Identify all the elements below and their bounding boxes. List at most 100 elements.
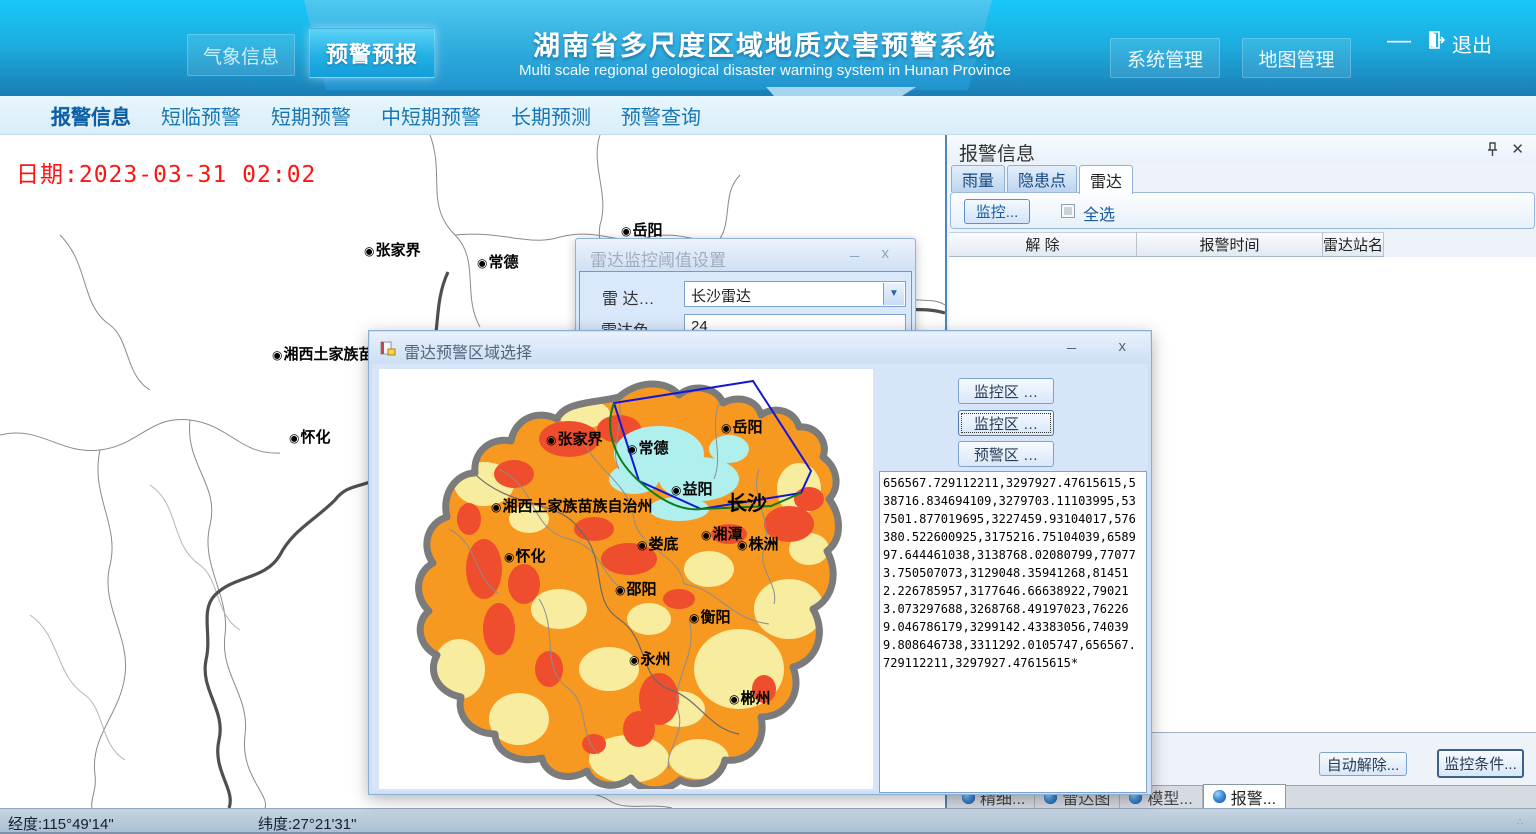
city-marker-icon: ◉: [737, 538, 747, 552]
city-marker-icon: ◉: [689, 611, 699, 625]
monitor-region-button-1[interactable]: 监控区 …: [958, 378, 1054, 404]
select-all-checkbox[interactable]: [1061, 204, 1075, 218]
alarm-toolbar: 监控... 全选: [950, 192, 1535, 229]
city-marker-icon: ◉: [477, 256, 487, 270]
dialog-close-icon[interactable]: x: [1119, 338, 1127, 355]
auto-release-button[interactable]: 自动解除...: [1319, 752, 1407, 776]
city-marker-icon: ◉: [729, 692, 739, 706]
header-accent-strip: [766, 87, 916, 96]
dialog-title: 雷达监控阈值设置: [590, 246, 726, 271]
city-marker-icon: ◉: [671, 483, 681, 497]
dialog-title: 雷达预警区域选择: [404, 339, 532, 363]
panel-title-row: 报警信息 ✕: [947, 135, 1536, 164]
exit-label: 退出: [1452, 29, 1492, 58]
pin-icon[interactable]: [1486, 142, 1500, 158]
exit-door-icon: [1427, 30, 1447, 56]
form-icon: [380, 340, 396, 356]
resize-grip[interactable]: ∴: [1517, 817, 1531, 829]
dialog-titlebar[interactable]: 雷达监控阈值设置 _ x: [576, 239, 915, 271]
dialog-titlebar[interactable]: 雷达预警区域选择 _ x: [370, 332, 1150, 364]
monitor-region-button-2[interactable]: 监控区 …: [958, 410, 1054, 436]
forecast-warning-button[interactable]: 预警预报: [309, 28, 435, 78]
city-label: ◉岳阳: [621, 219, 663, 240]
alarm-table-column[interactable]: 雷达站名: [1323, 232, 1384, 257]
city-label: ◉郴州: [729, 687, 771, 708]
alarm-table-header: 解 除报警时间雷达站名: [949, 232, 1384, 257]
globe-icon: [1213, 790, 1226, 803]
warning-nav-bar: 报警信息短临预警短期预警中短期预警长期预测预警查询: [0, 96, 1536, 135]
city-marker-icon: ◉: [364, 244, 374, 258]
dropdown-arrow-icon[interactable]: ▼: [883, 283, 904, 305]
dialog-minimize-icon[interactable]: _: [1067, 333, 1076, 351]
city-marker-icon: ◉: [721, 421, 731, 435]
dock-tab[interactable]: 报警...: [1203, 784, 1286, 808]
longitude-readout: 经度:115°49'14": [8, 813, 114, 834]
city-marker-icon: ◉: [621, 224, 631, 238]
alarm-table-column[interactable]: 报警时间: [1137, 232, 1323, 257]
dialog-body: ◉张家界◉常德◉岳阳◉益阳◉长沙◉湘西土家族苗族自治州◉湘潭◉株洲◉娄底◉怀化◉…: [373, 364, 1147, 790]
map-manage-button[interactable]: 地图管理: [1242, 38, 1351, 78]
map-date-label: 日期:2023-03-31 02:02: [16, 155, 316, 189]
radar-select-value: 长沙雷达: [691, 285, 751, 306]
city-label: ◉怀化: [504, 545, 546, 566]
city-label: ◉娄底: [637, 533, 679, 554]
radar-select[interactable]: 长沙雷达 ▼: [684, 281, 906, 307]
app-title: 湖南省多尺度区域地质灾害预警系统: [455, 24, 1075, 63]
city-label: ◉张家界: [364, 239, 421, 260]
alarm-table-column[interactable]: 解 除: [949, 232, 1137, 257]
city-marker-icon: ◉: [289, 431, 299, 445]
system-manage-button[interactable]: 系统管理: [1110, 38, 1220, 78]
city-label: ◉湘西土家族苗族自治州: [491, 495, 653, 516]
nav-item[interactable]: 预警查询: [608, 101, 714, 130]
select-all-label[interactable]: 全选: [1083, 201, 1115, 225]
city-marker-icon: ◉: [629, 653, 639, 667]
city-marker-icon: ◉: [272, 348, 282, 362]
city-label: ◉岳阳: [721, 416, 763, 437]
city-marker-icon: ◉: [637, 538, 647, 552]
city-label: ◉株洲: [737, 533, 779, 554]
city-label: ◉湘西土家族苗: [272, 343, 374, 364]
panel-close-icon[interactable]: ✕: [1511, 140, 1524, 158]
city-marker-icon: ◉: [546, 433, 556, 447]
app-header: 气象信息 预警预报 湖南省多尺度区域地质灾害预警系统 Multi scale r…: [0, 0, 1536, 96]
city-label: ◉邵阳: [615, 578, 657, 599]
radar-label: 雷 达…: [602, 285, 654, 309]
city-label: ◉怀化: [289, 426, 331, 447]
city-label: ◉益阳: [671, 478, 713, 499]
city-marker-icon: ◉: [504, 550, 514, 564]
city-marker-icon: ◉: [701, 528, 711, 542]
status-bar: 经度:115°49'14" 纬度:27°21'31" ∴: [0, 808, 1536, 834]
city-label: ◉常德: [477, 251, 519, 272]
dialog-minimize-icon[interactable]: _: [850, 241, 859, 259]
city-label: ◉永州: [629, 648, 671, 669]
minimize-button[interactable]: —: [1384, 28, 1414, 58]
exit-button[interactable]: 退出: [1427, 28, 1492, 58]
city-marker-icon: ◉: [491, 500, 501, 514]
monitor-button[interactable]: 监控...: [964, 199, 1030, 224]
alarm-tabs: 雨量隐患点雷达: [951, 165, 1133, 193]
alarm-tab[interactable]: 雨量: [951, 165, 1005, 192]
city-label: ◉长沙: [727, 487, 767, 516]
app-subtitle: Multi scale regional geological disaster…: [455, 62, 1075, 79]
latitude-readout: 纬度:27°21'31": [258, 813, 356, 834]
nav-item[interactable]: 长期预测: [498, 101, 604, 130]
warning-region-button[interactable]: 预警区 …: [958, 441, 1054, 467]
alarm-tab[interactable]: 隐患点: [1007, 165, 1077, 192]
nav-item[interactable]: 短期预警: [258, 101, 364, 130]
monitor-condition-button[interactable]: 监控条件...: [1437, 749, 1524, 778]
city-label: ◉张家界: [546, 428, 603, 449]
city-marker-icon: ◉: [615, 583, 625, 597]
region-dialog-controls: 监控区 … 监控区 … 预警区 … 656567.729112211,32979…: [879, 364, 1149, 790]
nav-item[interactable]: 报警信息: [38, 101, 144, 130]
nav-item[interactable]: 中短期预警: [368, 101, 494, 130]
weather-info-button[interactable]: 气象信息: [187, 34, 295, 76]
panel-title: 报警信息: [959, 139, 1035, 166]
city-marker-icon: ◉: [627, 442, 637, 456]
hunan-warning-map[interactable]: ◉张家界◉常德◉岳阳◉益阳◉长沙◉湘西土家族苗族自治州◉湘潭◉株洲◉娄底◉怀化◉…: [379, 369, 873, 789]
dialog-close-icon[interactable]: x: [882, 245, 890, 262]
city-label: ◉常德: [627, 437, 669, 458]
region-coordinates-textarea[interactable]: 656567.729112211,3297927.47615615,538716…: [879, 471, 1147, 793]
nav-item[interactable]: 短临预警: [148, 101, 254, 130]
alarm-tab[interactable]: 雷达: [1079, 165, 1133, 194]
city-label: ◉衡阳: [689, 606, 731, 627]
